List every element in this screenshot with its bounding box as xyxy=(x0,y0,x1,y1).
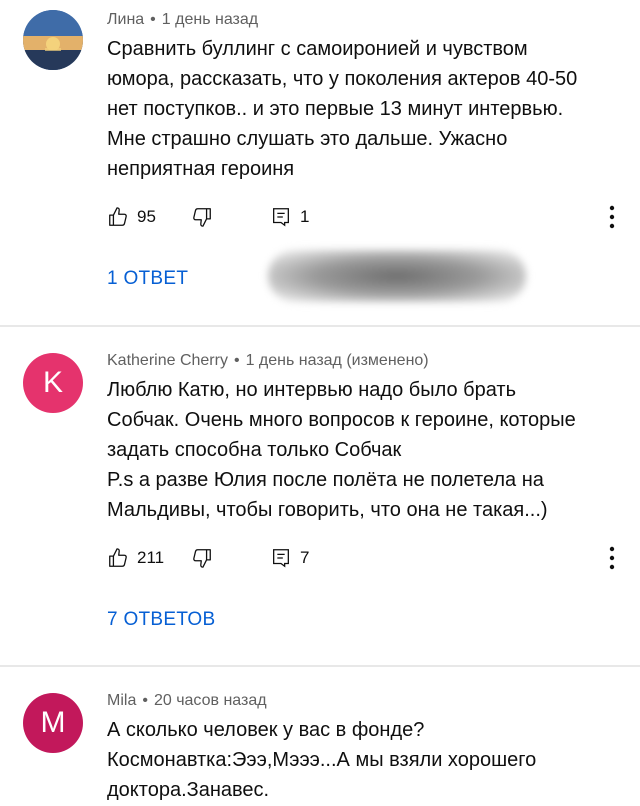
more-options-button[interactable] xyxy=(607,545,617,571)
comment-line: Космонавтка:Эээ,Мэээ...А мы взяли хороше… xyxy=(107,749,537,771)
comment-meta: Лина • 1 день назад xyxy=(107,11,258,29)
reply-button[interactable]: 1 xyxy=(270,202,309,232)
comment-divider xyxy=(0,325,640,327)
more-vert-icon xyxy=(609,546,615,570)
comment-divider xyxy=(0,665,640,667)
comment-line: Мне страшно слушать это дальше. Ужасно xyxy=(107,128,508,150)
comment-text: Люблю Катю, но интервью надо было брать … xyxy=(107,375,617,525)
comment-line: задать способна только Собчак xyxy=(107,439,402,461)
avatar[interactable]: K xyxy=(23,353,83,413)
comment-meta: Mila • 20 часов назад xyxy=(107,692,267,710)
thumb-up-icon xyxy=(109,548,127,567)
comment-text: Сравнить буллинг с самоиронией и чувство… xyxy=(107,34,617,184)
comment-line: Мальдивы, чтобы говорить, что она не так… xyxy=(107,499,548,521)
comment-meta: Katherine Cherry • 1 день назад (изменено) xyxy=(107,352,429,370)
author-name[interactable]: Katherine Cherry xyxy=(107,352,228,369)
view-replies-link[interactable]: 1 ОТВЕТ xyxy=(107,268,188,290)
comment-time[interactable]: 1 день назад xyxy=(162,11,258,28)
view-replies-link[interactable]: 7 ОТВЕТОВ xyxy=(107,609,215,631)
like-button[interactable]: 95 xyxy=(107,202,156,232)
dislike-button[interactable] xyxy=(191,543,213,573)
comment-actions: 95 1 xyxy=(107,202,617,232)
comment-actions: 211 7 xyxy=(107,543,617,573)
author-name[interactable]: Mila xyxy=(107,692,136,709)
avatar-photo-icon xyxy=(23,10,83,70)
like-count: 95 xyxy=(137,207,156,226)
reply-icon xyxy=(273,208,289,227)
thumb-down-icon xyxy=(193,549,211,568)
separator: • xyxy=(150,11,156,28)
reply-icon xyxy=(273,549,289,568)
reply-count: 7 xyxy=(300,548,310,567)
comment-line: Собчак. Очень много вопросов к героине, … xyxy=(107,409,576,431)
more-vert-icon xyxy=(609,205,615,229)
like-count: 211 xyxy=(137,548,165,567)
comment-time[interactable]: 20 часов назад xyxy=(154,692,267,709)
dislike-button[interactable] xyxy=(191,202,213,232)
thumb-down-icon xyxy=(193,208,211,227)
separator: • xyxy=(233,352,240,369)
avatar[interactable]: M xyxy=(23,693,83,753)
avatar-letter: M xyxy=(40,706,66,739)
comment-line: юмора, рассказать, что у поколения актер… xyxy=(107,68,578,90)
comment-time[interactable]: 1 день назад (изменено) xyxy=(246,352,429,369)
comment-line: нет поступков.. и это первые 13 минут ин… xyxy=(107,98,564,120)
separator: • xyxy=(142,692,148,709)
avatar-letter: K xyxy=(42,366,63,399)
reply-count: 1 xyxy=(300,207,310,226)
more-options-button[interactable] xyxy=(607,204,617,230)
comment-text: А сколько человек у вас в фонде? Космона… xyxy=(107,715,617,805)
comment-line: P.s а разве Юлия после полёта не полетел… xyxy=(107,469,544,491)
blurred-content xyxy=(268,250,526,302)
comment-line: Сравнить буллинг с самоиронией и чувство… xyxy=(107,38,528,60)
thumb-up-icon xyxy=(109,207,127,226)
comment-line: неприятная героиня xyxy=(107,158,295,180)
comment-line: Люблю Катю, но интервью надо было брать xyxy=(107,379,517,401)
reply-button[interactable]: 7 xyxy=(270,543,309,573)
comment-line: доктора.Занавес. xyxy=(107,779,270,801)
like-button[interactable]: 211 xyxy=(107,543,164,573)
avatar[interactable] xyxy=(23,10,83,70)
author-name[interactable]: Лина xyxy=(107,11,144,28)
comment-line: А сколько человек у вас в фонде? xyxy=(107,719,425,741)
